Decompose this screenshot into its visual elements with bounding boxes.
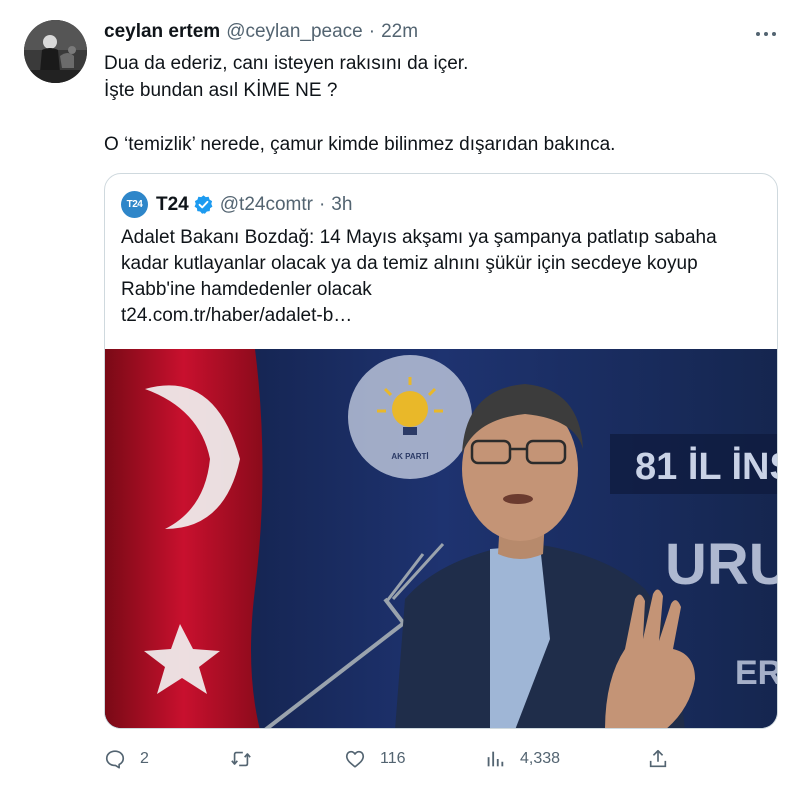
more-icon[interactable] bbox=[750, 22, 782, 46]
views-icon bbox=[487, 751, 504, 767]
image-backdrop-text: URUM bbox=[665, 532, 778, 597]
quoted-link[interactable]: t24.com.tr/haber/adalet-b… bbox=[121, 303, 769, 329]
tweet-header: ceylan ertem @ceylan_peace · 22m bbox=[104, 20, 418, 44]
quoted-timestamp[interactable]: 3h bbox=[331, 194, 352, 216]
image-backdrop-text: 81 İL İNS bbox=[635, 446, 778, 488]
views-button[interactable]: 4,338 bbox=[484, 744, 560, 774]
author-name[interactable]: ceylan ertem bbox=[104, 20, 220, 44]
share-icon bbox=[649, 749, 667, 768]
quoted-text-line: Rabb'ine hamdedenler olacak bbox=[121, 279, 372, 300]
reply-count: 2 bbox=[140, 750, 149, 767]
header-separator: · bbox=[368, 21, 376, 42]
retweet-icon bbox=[231, 751, 251, 767]
quoted-separator: · bbox=[318, 193, 326, 215]
image-logo-text: AK PARTİ bbox=[391, 452, 428, 461]
tweet[interactable]: ceylan ertem @ceylan_peace · 22m Dua da … bbox=[0, 0, 798, 794]
quoted-author-handle[interactable]: @t24comtr bbox=[220, 194, 313, 216]
like-count: 116 bbox=[380, 750, 406, 767]
verified-badge-icon bbox=[194, 195, 213, 214]
quoted-text: Adalet Bakanı Bozdağ: 14 Mayıs akşamı ya… bbox=[121, 225, 769, 329]
tweet-text: Dua da ederiz, canı isteyen rakısını da … bbox=[104, 50, 784, 158]
quoted-text-line: kadar kutlayanlar olacak ya da temiz aln… bbox=[121, 253, 698, 274]
retweet-button[interactable] bbox=[230, 744, 266, 774]
tweet-text-line: İşte bundan asıl KİME NE ? bbox=[104, 80, 338, 101]
avatar[interactable] bbox=[24, 20, 87, 83]
reply-button[interactable]: 2 bbox=[104, 744, 149, 774]
quoted-header: T24 T24 @t24comtr · 3h bbox=[121, 191, 352, 218]
share-button[interactable] bbox=[647, 744, 669, 774]
tweet-text-line: O ‘temizlik’ nerede, çamur kimde bilinme… bbox=[104, 134, 616, 155]
quoted-avatar[interactable]: T24 bbox=[121, 191, 148, 218]
views-count: 4,338 bbox=[520, 750, 561, 767]
like-icon bbox=[345, 750, 365, 768]
like-button[interactable]: 116 bbox=[344, 744, 406, 774]
quoted-media-image[interactable]: AK PARTİ 81 İL İNS URUM ERİ bbox=[105, 349, 778, 728]
reply-icon bbox=[105, 750, 125, 769]
action-bar: 2 116 4,338 bbox=[104, 744, 674, 774]
quoted-author-name[interactable]: T24 bbox=[156, 194, 189, 216]
tweet-text-line: Dua da ederiz, canı isteyen rakısını da … bbox=[104, 53, 469, 74]
quoted-text-line: Adalet Bakanı Bozdağ: 14 Mayıs akşamı ya… bbox=[121, 227, 717, 248]
quoted-tweet[interactable]: T24 T24 @t24comtr · 3h Adalet Bakanı Boz… bbox=[104, 173, 778, 729]
image-backdrop-text: ERİ bbox=[735, 654, 778, 692]
author-handle[interactable]: @ceylan_peace bbox=[226, 20, 363, 44]
tweet-timestamp[interactable]: 22m bbox=[381, 20, 418, 44]
